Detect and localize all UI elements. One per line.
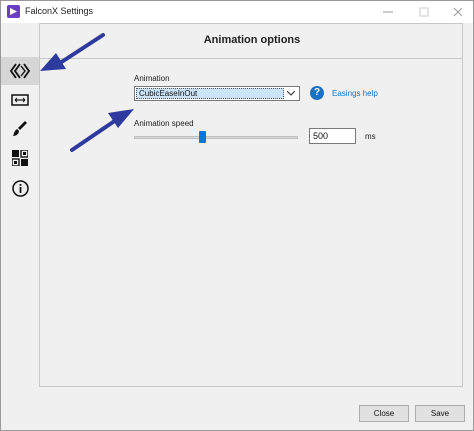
sidebar-item-style[interactable]: [1, 115, 39, 143]
maximize-icon: [419, 7, 429, 17]
speed-slider-track[interactable]: [134, 136, 298, 139]
falconx-logo-icon: [9, 63, 31, 79]
animation-speed-label: Animation speed: [134, 119, 194, 128]
speed-input[interactable]: 500: [309, 128, 356, 144]
settings-sidebar: [1, 23, 39, 395]
save-button[interactable]: Save: [415, 405, 465, 422]
window-title: FalconX Settings: [25, 6, 94, 16]
sidebar-item-size[interactable]: [1, 86, 39, 114]
easings-help-link[interactable]: Easings help: [332, 89, 378, 98]
sidebar-item-animation[interactable]: [1, 57, 39, 85]
settings-window: FalconX Settings Animation options Anima…: [0, 0, 474, 431]
animation-select-value: CubicEaseInOut: [136, 88, 284, 99]
close-button[interactable]: Close: [359, 405, 409, 422]
sidebar-item-about[interactable]: [1, 174, 39, 202]
page-title: Animation options: [203, 34, 301, 46]
title-divider: [40, 58, 462, 59]
sidebar-item-layout[interactable]: [1, 144, 39, 172]
app-icon: [7, 5, 20, 18]
close-icon: [453, 7, 463, 17]
speed-unit: ms: [365, 132, 376, 141]
animation-select[interactable]: CubicEaseInOut: [134, 86, 300, 101]
close-window-button[interactable]: [441, 1, 474, 23]
minimize-button[interactable]: [371, 1, 405, 23]
maximize-button[interactable]: [407, 1, 441, 23]
help-icon[interactable]: ?: [310, 86, 324, 100]
speed-slider-thumb[interactable]: [199, 131, 207, 143]
chevron-down-icon: [285, 88, 297, 99]
animation-label: Animation: [134, 74, 170, 83]
grid-icon: [12, 150, 28, 166]
brush-icon: [13, 121, 27, 136]
options-panel: Animation options Animation CubicEaseInO…: [39, 23, 463, 387]
width-icon: [11, 94, 29, 106]
info-icon: [11, 179, 29, 197]
title-bar: FalconX Settings: [1, 1, 473, 23]
minimize-icon: [383, 11, 393, 13]
